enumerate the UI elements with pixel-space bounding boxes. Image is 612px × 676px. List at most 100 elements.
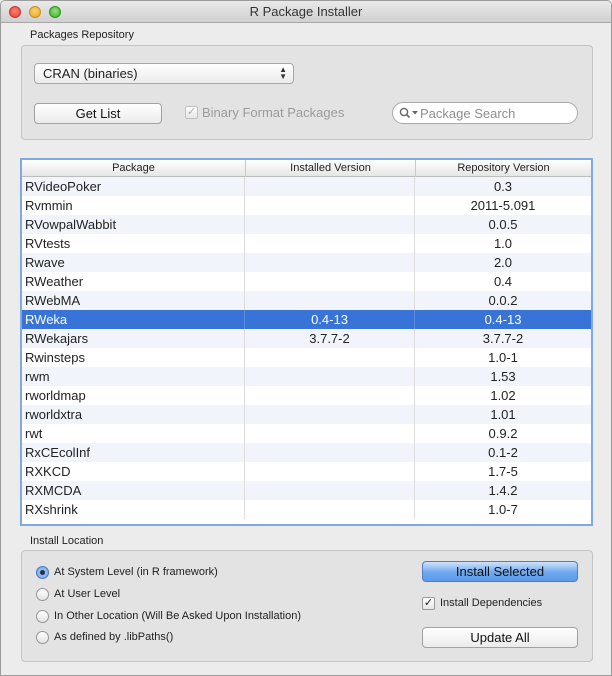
get-list-button[interactable]: Get List bbox=[34, 103, 162, 124]
cell-installed-version bbox=[244, 443, 414, 462]
table-row[interactable]: RWebMA 0.0.2 bbox=[22, 291, 591, 310]
radio-user-level[interactable] bbox=[36, 588, 49, 601]
cell-installed-version bbox=[244, 177, 414, 196]
cell-repository-version: 1.0 bbox=[414, 234, 591, 253]
cell-package: RWekajars bbox=[25, 331, 89, 346]
table-row[interactable]: RXMCDA 1.4.2 bbox=[22, 481, 591, 500]
cell-installed-version bbox=[244, 272, 414, 291]
install-selected-button[interactable]: Install Selected bbox=[422, 561, 578, 582]
cell-package: RXKCD bbox=[25, 464, 71, 479]
radio-other-location-label[interactable]: In Other Location (Will Be Asked Upon In… bbox=[54, 610, 301, 622]
cell-repository-version: 1.02 bbox=[414, 386, 591, 405]
radio-user-level-label[interactable]: At User Level bbox=[54, 588, 120, 600]
cell-installed-version bbox=[244, 367, 414, 386]
app-window: R Package Installer Packages Repository … bbox=[0, 0, 612, 676]
update-all-button[interactable]: Update All bbox=[422, 627, 578, 648]
cell-repository-version: 3.7.7-2 bbox=[414, 329, 591, 348]
cell-repository-version: 1.0-7 bbox=[414, 500, 591, 519]
table-row[interactable]: RVideoPoker 0.3 bbox=[22, 177, 591, 196]
cell-package: rwm bbox=[25, 369, 50, 384]
binary-format-label: Binary Format Packages bbox=[202, 105, 345, 120]
repository-section-label: Packages Repository bbox=[30, 29, 134, 41]
radio-libpaths-label[interactable]: As defined by .libPaths() bbox=[54, 631, 173, 643]
table-row[interactable]: RXshrink 1.0-7 bbox=[22, 500, 591, 519]
cell-installed-version bbox=[244, 234, 414, 253]
table-row[interactable]: rworldxtra 1.01 bbox=[22, 405, 591, 424]
cell-package: Rwave bbox=[25, 255, 65, 270]
radio-other-location[interactable] bbox=[36, 610, 49, 623]
cell-repository-version: 0.3 bbox=[414, 177, 591, 196]
table-row[interactable]: Rwave 2.0 bbox=[22, 253, 591, 272]
table-row[interactable]: rworldmap 1.02 bbox=[22, 386, 591, 405]
repository-source-value: CRAN (binaries) bbox=[43, 66, 138, 81]
table-row[interactable]: RVtests 1.0 bbox=[22, 234, 591, 253]
cell-package: rwt bbox=[25, 426, 43, 441]
table-row[interactable]: RWekajars 3.7.7-2 3.7.7-2 bbox=[22, 329, 591, 348]
cell-repository-version: 0.4 bbox=[414, 272, 591, 291]
table-row[interactable]: Rwinsteps 1.0-1 bbox=[22, 348, 591, 367]
cell-repository-version: 0.0.2 bbox=[414, 291, 591, 310]
cell-package: RVideoPoker bbox=[25, 179, 102, 194]
cell-package: Rvmmin bbox=[25, 198, 73, 213]
cell-repository-version: 2.0 bbox=[414, 253, 591, 272]
cell-package: rworldxtra bbox=[25, 407, 83, 422]
package-table-header: Package Installed Version Repository Ver… bbox=[22, 160, 591, 177]
cell-repository-version: 0.9.2 bbox=[414, 424, 591, 443]
title-bar[interactable]: R Package Installer bbox=[1, 1, 611, 23]
cell-installed-version bbox=[244, 462, 414, 481]
window-title: R Package Installer bbox=[249, 4, 363, 19]
cell-package: rworldmap bbox=[25, 388, 86, 403]
table-row[interactable]: RxCEcolInf 0.1-2 bbox=[22, 443, 591, 462]
repository-group bbox=[21, 45, 593, 140]
repository-source-select[interactable]: CRAN (binaries) ▲ ▼ bbox=[34, 63, 294, 84]
search-icon bbox=[399, 107, 418, 119]
cell-installed-version: 0.4-13 bbox=[244, 310, 414, 329]
cell-installed-version bbox=[244, 481, 414, 500]
install-dependencies-label[interactable]: Install Dependencies bbox=[440, 597, 542, 609]
table-row[interactable]: rwt 0.9.2 bbox=[22, 424, 591, 443]
column-header-package[interactable]: Package bbox=[22, 160, 246, 177]
cell-installed-version bbox=[244, 253, 414, 272]
column-header-installed-version[interactable]: Installed Version bbox=[246, 160, 416, 177]
cell-installed-version bbox=[244, 424, 414, 443]
package-search-placeholder: Package Search bbox=[420, 106, 516, 121]
install-dependencies-checkbox[interactable]: ✓ bbox=[422, 597, 435, 610]
minimize-icon[interactable] bbox=[29, 6, 41, 18]
radio-system-level-label[interactable]: At System Level (in R framework) bbox=[54, 566, 218, 578]
install-location-section-label: Install Location bbox=[30, 535, 104, 547]
table-row[interactable]: rwm 1.53 bbox=[22, 367, 591, 386]
close-icon[interactable] bbox=[9, 6, 21, 18]
table-row[interactable]: RVowpalWabbit 0.0.5 bbox=[22, 215, 591, 234]
table-row[interactable]: RWeather 0.4 bbox=[22, 272, 591, 291]
cell-installed-version bbox=[244, 196, 414, 215]
cell-repository-version: 2011-5.091 bbox=[414, 196, 591, 215]
cell-installed-version: 3.7.7-2 bbox=[244, 329, 414, 348]
cell-installed-version bbox=[244, 386, 414, 405]
zoom-icon[interactable] bbox=[49, 6, 61, 18]
cell-repository-version: 1.4.2 bbox=[414, 481, 591, 500]
column-header-repository-version[interactable]: Repository Version bbox=[416, 160, 591, 177]
cell-package: RWebMA bbox=[25, 293, 81, 308]
table-row[interactable]: Rvmmin 2011-5.091 bbox=[22, 196, 591, 215]
cell-repository-version: 1.53 bbox=[414, 367, 591, 386]
cell-package: RVtests bbox=[25, 236, 71, 251]
cell-installed-version bbox=[244, 348, 414, 367]
checkmark-icon: ✓ bbox=[423, 597, 434, 609]
cell-package: RWeka bbox=[25, 312, 68, 327]
cell-repository-version: 0.4-13 bbox=[414, 310, 591, 329]
cell-package: RWeather bbox=[25, 274, 84, 289]
cell-package: RxCEcolInf bbox=[25, 445, 91, 460]
table-row[interactable]: RXKCD 1.7-5 bbox=[22, 462, 591, 481]
package-search-input[interactable]: Package Search bbox=[392, 102, 578, 124]
cell-package: Rwinsteps bbox=[25, 350, 85, 365]
cell-package: RXMCDA bbox=[25, 483, 82, 498]
checkmark-icon: ✓ bbox=[186, 106, 197, 118]
cell-installed-version bbox=[244, 291, 414, 310]
radio-system-level[interactable] bbox=[36, 566, 49, 579]
radio-libpaths[interactable] bbox=[36, 631, 49, 644]
binary-format-checkbox[interactable]: ✓ bbox=[185, 106, 198, 119]
table-row[interactable]: RWeka 0.4-13 0.4-13 bbox=[22, 310, 591, 329]
cell-installed-version bbox=[244, 500, 414, 519]
package-table[interactable]: rvgtest0.5.0RVideoPoker0.3Rvmmin2011-5.0… bbox=[20, 158, 593, 526]
cell-package: RVowpalWabbit bbox=[25, 217, 117, 232]
